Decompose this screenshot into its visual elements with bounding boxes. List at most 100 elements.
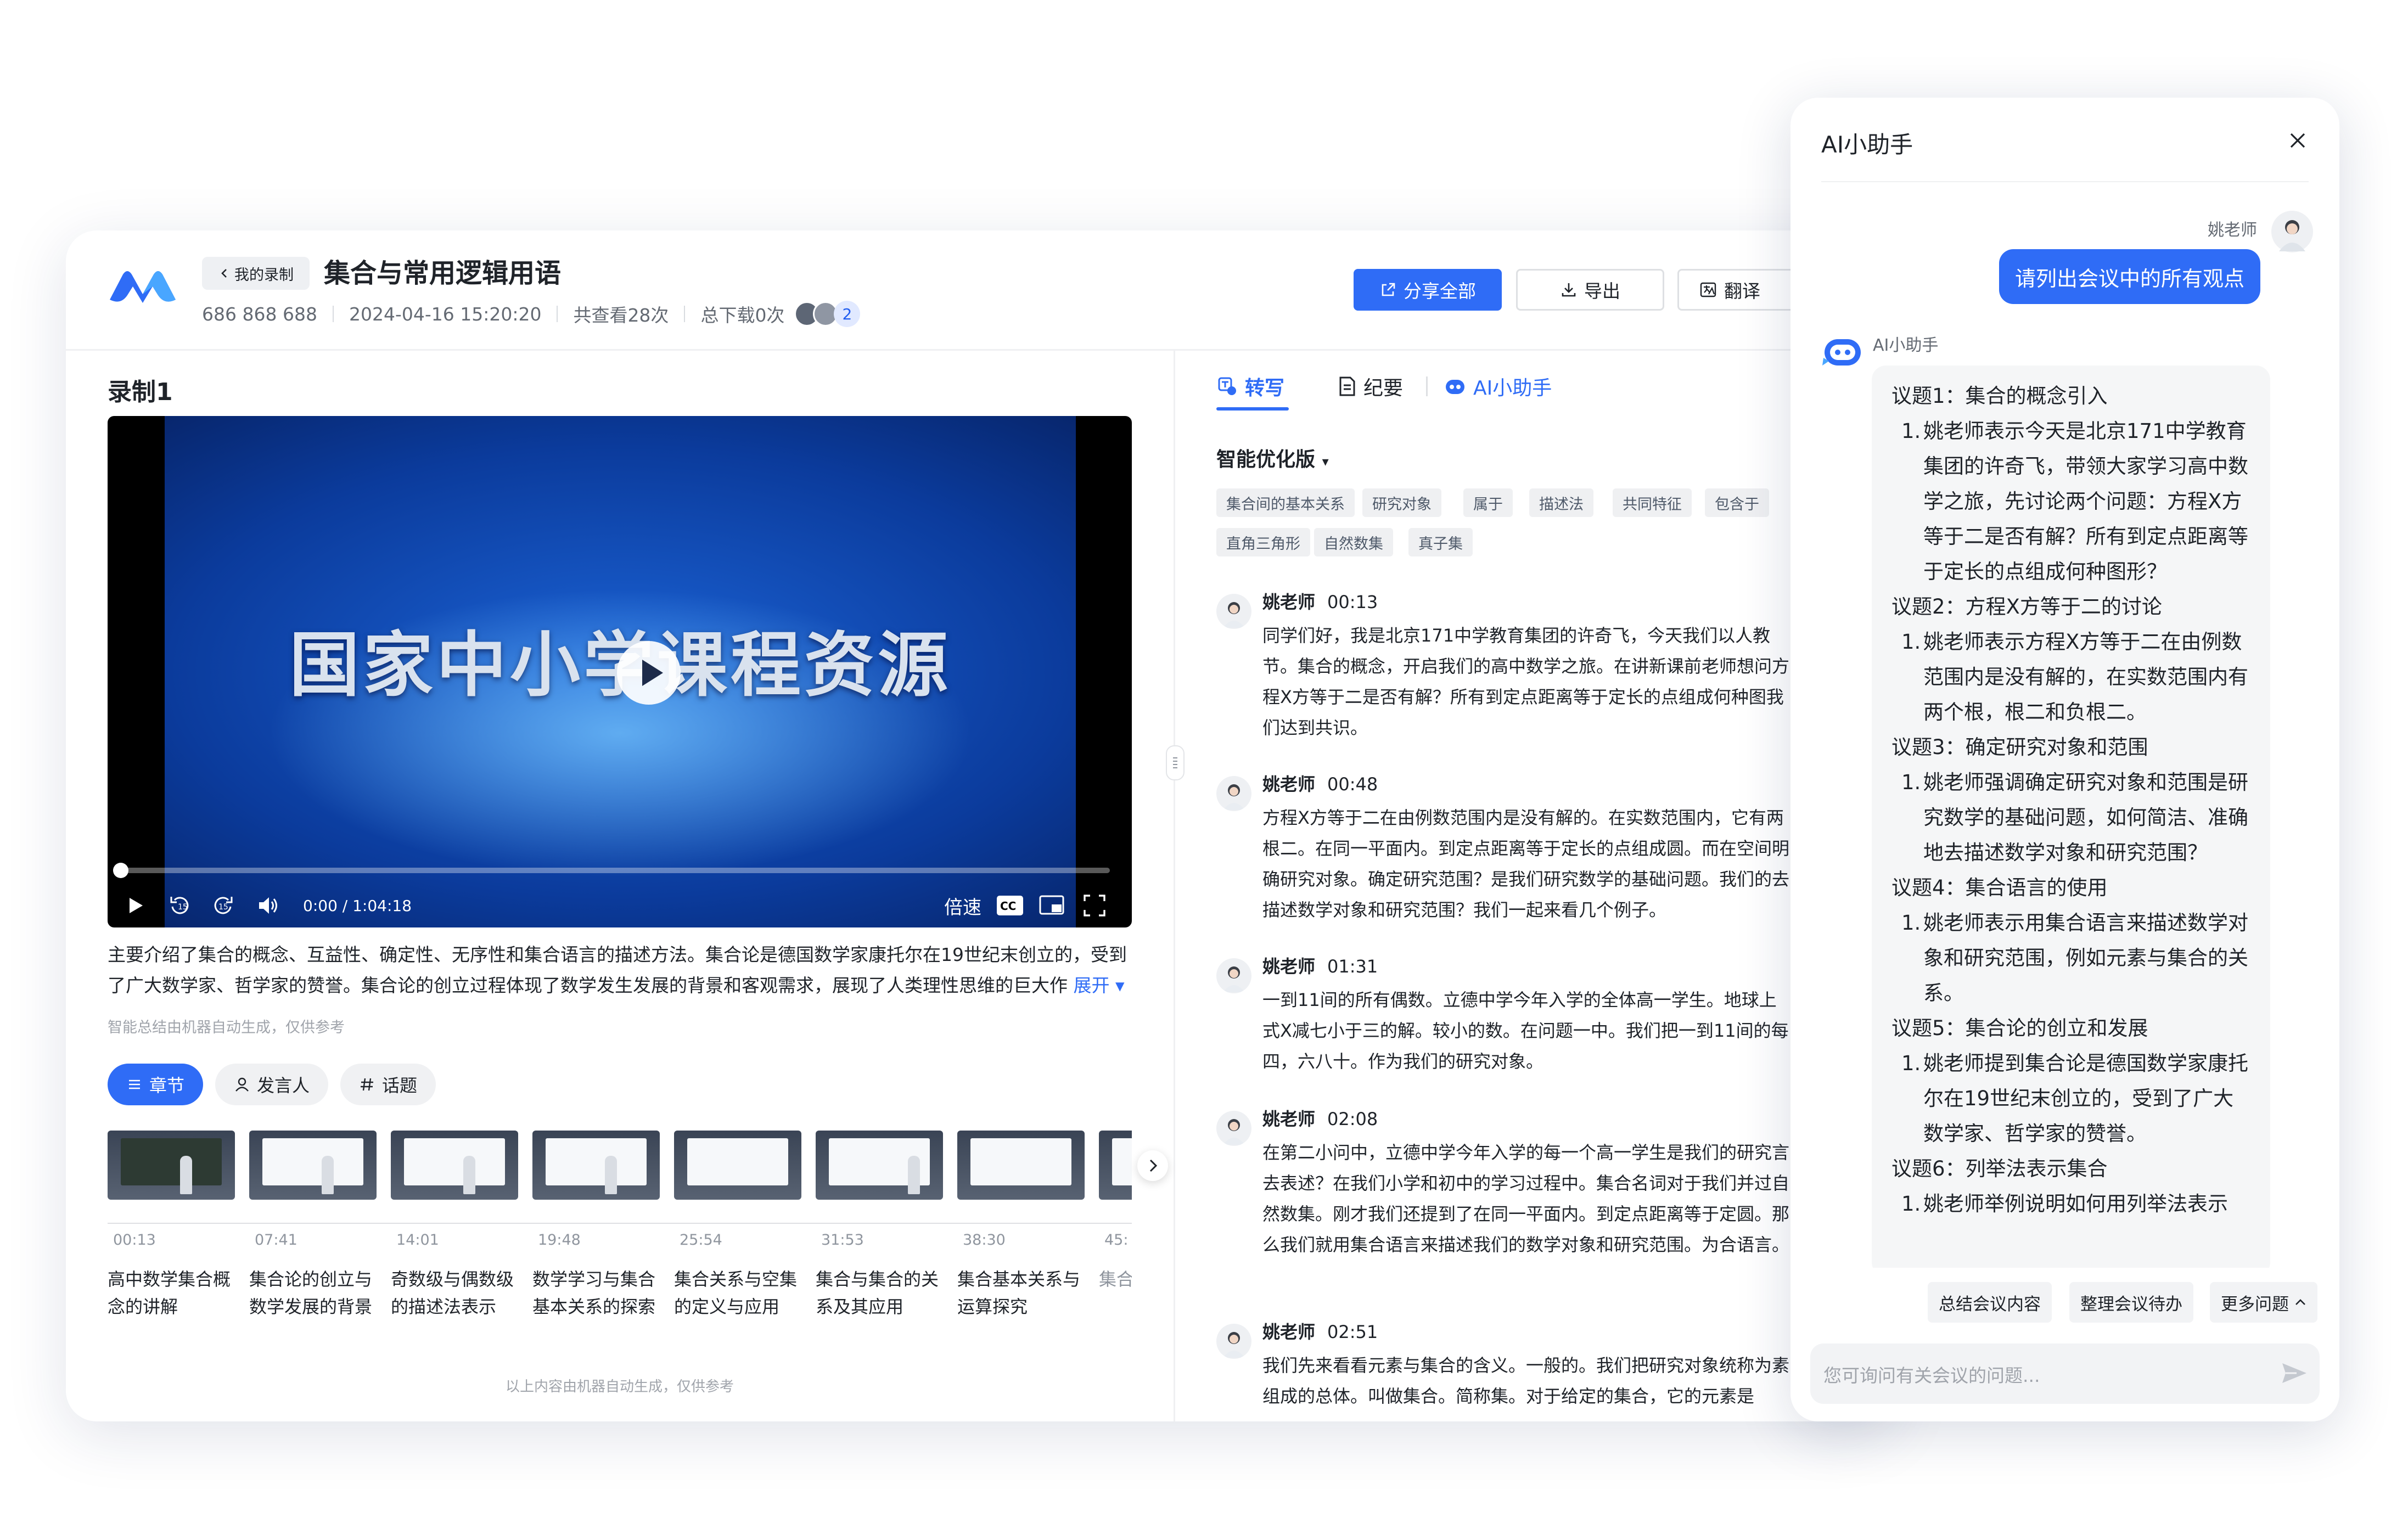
chapter-item[interactable]: 07:41 集合论的创立与数学发展的背景 <box>249 1131 377 1317</box>
keyword-tag[interactable]: 自然数集 <box>1314 528 1393 556</box>
share-all-button[interactable]: 分享全部 <box>1354 269 1502 311</box>
tencent-meeting-logo <box>109 267 177 305</box>
answer-item-text: 姚老师表示方程X方等于二在由例数范围内是没有解的，在实数范围内有两个根，根二和负… <box>1923 630 2248 724</box>
fullscreen-button[interactable] <box>1082 890 1107 921</box>
avatar <box>1216 594 1251 629</box>
chapter-list: 00:13 高中数学集合概念的讲解 07:41 集合论的创立与数学发展的背景 1… <box>108 1131 1132 1361</box>
captions-button[interactable]: CC <box>996 890 1024 921</box>
volume-button[interactable] <box>255 890 281 921</box>
chapter-item[interactable]: 19:48 数学学习与集合基本关系的探索 <box>532 1131 660 1317</box>
tab-ai-assistant[interactable]: AI小助手 <box>1444 369 1552 404</box>
tab-divider <box>1426 376 1428 396</box>
chapter-title: 高中数学集合概念的讲解 <box>108 1269 231 1317</box>
document-icon <box>1337 375 1357 397</box>
segment-header: 姚老师 02:08 <box>1262 1105 1378 1131</box>
version-dropdown[interactable]: 智能优化版 ▾ <box>1216 443 1329 472</box>
tab-speakers[interactable]: 发言人 <box>215 1064 329 1105</box>
chapter-next-button[interactable] <box>1137 1150 1168 1181</box>
avatar <box>1216 958 1251 993</box>
chevron-up-icon <box>2294 1298 2306 1307</box>
question-input-placeholder: 您可询问有关会议的问题... <box>1823 1365 2040 1386</box>
volume-icon <box>259 897 277 914</box>
recording-detail-card: 我的录制 集合与常用逻辑用语 686 868 688 2024-04-16 15… <box>66 230 1894 1421</box>
chapter-thumbnail <box>532 1131 660 1200</box>
segment-header: 姚老师 00:48 <box>1262 771 1378 796</box>
answer-content: 议题1：集合的概念引入 1. 姚老师表示今天是北京171中学教育集团的许奇飞，带领… <box>1891 379 2254 1222</box>
transcript-segment[interactable]: 姚老师 01:31 一到11间的所有偶数。立德中学今年入学的全体高一学生。地球上式… <box>1216 953 1820 1084</box>
chevron-right-icon <box>1149 1159 1158 1172</box>
speaker-name: 姚老师 <box>1262 956 1316 977</box>
segment-text: 方程X方等于二在由例数范围内是没有解的。在实数范围内，它有两根二。在同一平面内。… <box>1262 807 1790 920</box>
question-input[interactable]: 您可询问有关会议的问题... <box>1810 1343 2320 1404</box>
segment-text: 一到11间的所有偶数。立德中学今年入学的全体高一学生。地球上式X减七小于三的解。… <box>1262 989 1789 1072</box>
keyword-tag[interactable]: 真子集 <box>1408 528 1473 556</box>
segment-header: 姚老师 01:31 <box>1262 953 1378 978</box>
keyword-tag[interactable]: 直角三角形 <box>1216 528 1310 556</box>
speed-button[interactable]: 倍速 <box>944 890 981 921</box>
svg-text:15: 15 <box>178 903 188 912</box>
video-player[interactable]: 国家中小学课程资源 15 15 0:00 / 1:04:18 倍速 CC <box>108 416 1132 927</box>
share-icon <box>1379 281 1397 299</box>
keyword-tag[interactable]: 研究对象 <box>1362 488 1441 517</box>
chapter-item[interactable]: 38:30 集合基本关系与运算探究 <box>957 1131 1085 1317</box>
chapter-title: 集合论的创立与数学发展的背景 <box>249 1269 373 1317</box>
tab-topics[interactable]: 话题 <box>340 1064 436 1105</box>
answer-item: 1. 姚老师提到集合论是德国数学家康托尔在19世纪末创立的，受到了广大数学家、哲学… <box>1891 1046 2254 1151</box>
chapter-item[interactable]: 31:53 集合与集合的关系及其应用 <box>816 1131 943 1317</box>
chapter-item[interactable]: 45: 集合算理 <box>1099 1131 1132 1290</box>
transcript-segment[interactable]: 姚老师 00:48 方程X方等于二在由例数范围内是没有解的。在实数范围内，它有两根… <box>1216 771 1820 935</box>
avatar <box>1216 776 1251 811</box>
speed-label: 倍速 <box>944 896 981 919</box>
summary-disclaimer: 智能总结由机器自动生成，仅供参考 <box>108 1019 345 1036</box>
play-icon <box>130 898 143 913</box>
bot-answer: 议题1：集合的概念引入 1. 姚老师表示今天是北京171中学教育集团的许奇飞，带领… <box>1872 366 2270 1277</box>
tab-minutes-label: 纪要 <box>1363 377 1404 400</box>
video-progress-bar[interactable] <box>117 868 1110 873</box>
keyword-tag[interactable]: 包含于 <box>1705 488 1769 517</box>
close-button[interactable] <box>2288 131 2308 150</box>
tab-minutes[interactable]: 纪要 <box>1337 369 1403 404</box>
resize-handle[interactable] <box>1166 745 1185 780</box>
keyword-tag[interactable]: 共同特征 <box>1613 488 1692 517</box>
chapter-title: 数学学习与集合基本关系的探索 <box>532 1269 656 1317</box>
header-divider <box>66 349 1894 351</box>
more-questions-button[interactable]: 更多问题 <box>2210 1282 2317 1323</box>
transcript-segment[interactable]: 姚老师 02:08 在第二小问中，立德中学今年入学的每一个高一学生是我们的研究言去… <box>1216 1105 1820 1297</box>
chapter-item[interactable]: 25:54 集合关系与空集的定义与应用 <box>674 1131 801 1317</box>
transcript-segment[interactable]: 姚老师 02:51 我们先来看看元素与集合的含义。一般的。我们把研究对象统称为素组… <box>1216 1318 1820 1421</box>
back-to-my-recordings-button[interactable]: 我的录制 <box>202 257 310 290</box>
organize-todos-button[interactable]: 整理会议待办 <box>2069 1282 2193 1323</box>
participant-avatars[interactable]: 2 <box>794 301 861 327</box>
quick-action-label: 整理会议待办 <box>2080 1294 2182 1314</box>
chapter-title: 集合与集合的关系及其应用 <box>816 1269 939 1317</box>
picture-in-picture-button[interactable] <box>1039 890 1065 921</box>
tab-transcript[interactable]: 转写 <box>1216 369 1284 404</box>
chapter-item[interactable]: 14:01 奇数级与偶数级的描述法表示 <box>391 1131 518 1317</box>
progress-knob[interactable] <box>113 863 128 878</box>
expand-summary-link[interactable]: 展开 ▾ <box>1074 975 1125 996</box>
send-button[interactable] <box>2280 1359 2309 1387</box>
avatar <box>1216 1324 1251 1359</box>
chapter-item[interactable]: 00:13 高中数学集合概念的讲解 <box>108 1131 235 1317</box>
transcript-segment[interactable]: 姚老师 00:13 同学们好，我是北京171中学教育集团的许奇飞，今天我们以人教节… <box>1216 588 1820 753</box>
answer-item: 1. 姚老师举例说明如何用列举法表示 <box>1891 1187 2254 1222</box>
segment-time: 02:08 <box>1327 1109 1378 1129</box>
answer-topic: 议题4：集合语言的使用 <box>1891 876 2108 899</box>
keyword-tag[interactable]: 属于 <box>1463 488 1513 517</box>
answer-item: 1. 姚老师表示今天是北京171中学教育集团的许奇飞，带领大家学习高中数学之旅，先… <box>1891 414 2254 589</box>
forward-icon: 15 <box>214 897 233 914</box>
keyword-tag[interactable]: 描述法 <box>1529 488 1593 517</box>
play-overlay-button[interactable] <box>617 641 681 705</box>
user-name: 姚老师 <box>2208 221 2257 240</box>
play-button[interactable] <box>123 890 147 921</box>
summarize-meeting-button[interactable]: 总结会议内容 <box>1928 1282 2052 1323</box>
chapter-time: 07:41 <box>249 1232 303 1253</box>
tab-chapters[interactable]: 章节 <box>108 1064 204 1105</box>
forward-button[interactable]: 15 <box>210 890 236 921</box>
answer-topic: 议题3：确定研究对象和范围 <box>1891 735 2148 759</box>
rewind-button[interactable]: 15 <box>167 890 193 921</box>
keyword-tag[interactable]: 集合间的基本关系 <box>1216 488 1355 517</box>
export-button[interactable]: 导出 <box>1516 269 1664 311</box>
bot-name: AI小助手 <box>1873 336 1939 355</box>
tab-ai-assistant-label: AI小助手 <box>1473 377 1552 400</box>
